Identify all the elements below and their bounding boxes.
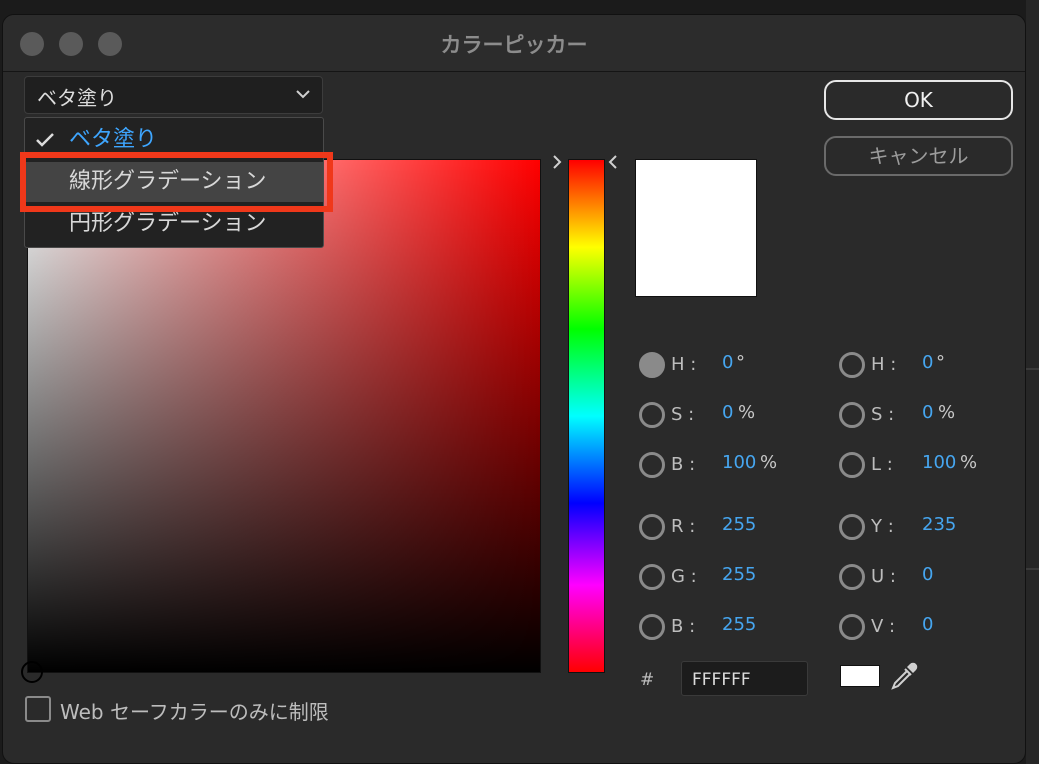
websafe-checkbox[interactable]: [25, 696, 51, 722]
rgb-r-radio[interactable]: [639, 514, 665, 540]
hex-label: #: [640, 670, 655, 690]
hsb-b-value[interactable]: 100: [722, 452, 756, 473]
hsb-h-unit: °: [736, 352, 745, 373]
yuv-u-radio[interactable]: [839, 564, 865, 590]
rgb-g-value[interactable]: 255: [722, 564, 756, 585]
menu-item-label: 線形グラデーション: [69, 169, 267, 194]
menu-item-radial-gradient[interactable]: 円形グラデーション: [25, 204, 323, 244]
yuv-v-label: V :: [871, 616, 896, 637]
hsl-h-radio[interactable]: [839, 352, 865, 378]
current-color-swatch: [635, 159, 757, 297]
yuv-u-label: U :: [871, 566, 896, 587]
menu-item-label: 円形グラデーション: [69, 211, 267, 236]
hsl-l-unit: %: [960, 452, 978, 473]
hsl-l-value[interactable]: 100: [922, 452, 956, 473]
background-app-strip: [1026, 0, 1039, 764]
hue-slider-left-arrow[interactable]: [551, 152, 563, 172]
websafe-label: Web セーフカラーのみに制限: [60, 700, 329, 724]
field-picker-handle[interactable]: [21, 661, 43, 683]
yuv-y-value[interactable]: 235: [922, 514, 956, 535]
yuv-y-label: Y :: [871, 516, 894, 537]
color-preview-mini: [840, 665, 880, 687]
yuv-u-value[interactable]: 0: [922, 564, 933, 585]
hsb-b-label: B :: [671, 454, 696, 475]
yuv-y-radio[interactable]: [839, 514, 865, 540]
title-bar: カラーピッカー: [3, 15, 1025, 72]
yuv-v-radio[interactable]: [839, 614, 865, 640]
rgb-g-label: G :: [671, 566, 697, 587]
rgb-b-value[interactable]: 255: [722, 614, 756, 635]
hsb-s-label: S :: [671, 404, 695, 425]
rgb-r-value[interactable]: 255: [722, 514, 756, 535]
hsb-s-value[interactable]: 0: [722, 402, 733, 423]
hex-input[interactable]: FFFFFF: [681, 661, 808, 696]
rgb-g-radio[interactable]: [639, 564, 665, 590]
hue-slider-right-arrow[interactable]: [607, 152, 619, 172]
hsl-h-value[interactable]: 0: [922, 352, 933, 373]
fill-type-selected: ベタ塗り: [37, 86, 117, 110]
hsb-h-label: H :: [671, 354, 697, 375]
rgb-b-label: B :: [671, 616, 696, 637]
hsb-h-radio[interactable]: [639, 352, 665, 378]
menu-item-solid[interactable]: ベタ塗り: [25, 120, 323, 160]
fill-type-menu: ベタ塗り 線形グラデーション 円形グラデーション: [24, 117, 324, 248]
hex-value: FFFFFF: [692, 670, 751, 690]
hsl-s-radio[interactable]: [839, 402, 865, 428]
hsl-s-unit: %: [938, 402, 956, 423]
rgb-b-radio[interactable]: [639, 614, 665, 640]
chevron-down-icon: [296, 90, 310, 99]
eyedropper-icon[interactable]: [888, 660, 920, 692]
hsb-s-radio[interactable]: [639, 402, 665, 428]
hsl-s-value[interactable]: 0: [922, 402, 933, 423]
ok-button[interactable]: OK: [824, 80, 1013, 120]
hue-slider[interactable]: [568, 159, 605, 673]
hsb-s-unit: %: [738, 402, 756, 423]
fill-type-select[interactable]: ベタ塗り: [24, 76, 323, 114]
hsb-b-unit: %: [760, 452, 778, 473]
hsl-l-label: L :: [871, 454, 893, 475]
hsl-h-label: H :: [871, 354, 897, 375]
hsl-h-unit: °: [936, 352, 945, 373]
menu-item-label: ベタ塗り: [69, 127, 158, 152]
menu-item-linear-gradient[interactable]: 線形グラデーション: [25, 162, 323, 202]
hsl-s-label: S :: [871, 404, 895, 425]
window-title: カラーピッカー: [440, 33, 588, 57]
checkmark-icon: [36, 133, 54, 147]
hsb-h-value[interactable]: 0: [722, 352, 733, 373]
cancel-button[interactable]: キャンセル: [824, 136, 1013, 176]
rgb-r-label: R :: [671, 516, 696, 537]
hsb-b-radio[interactable]: [639, 452, 665, 478]
hsl-l-radio[interactable]: [839, 452, 865, 478]
yuv-v-value[interactable]: 0: [922, 614, 933, 635]
